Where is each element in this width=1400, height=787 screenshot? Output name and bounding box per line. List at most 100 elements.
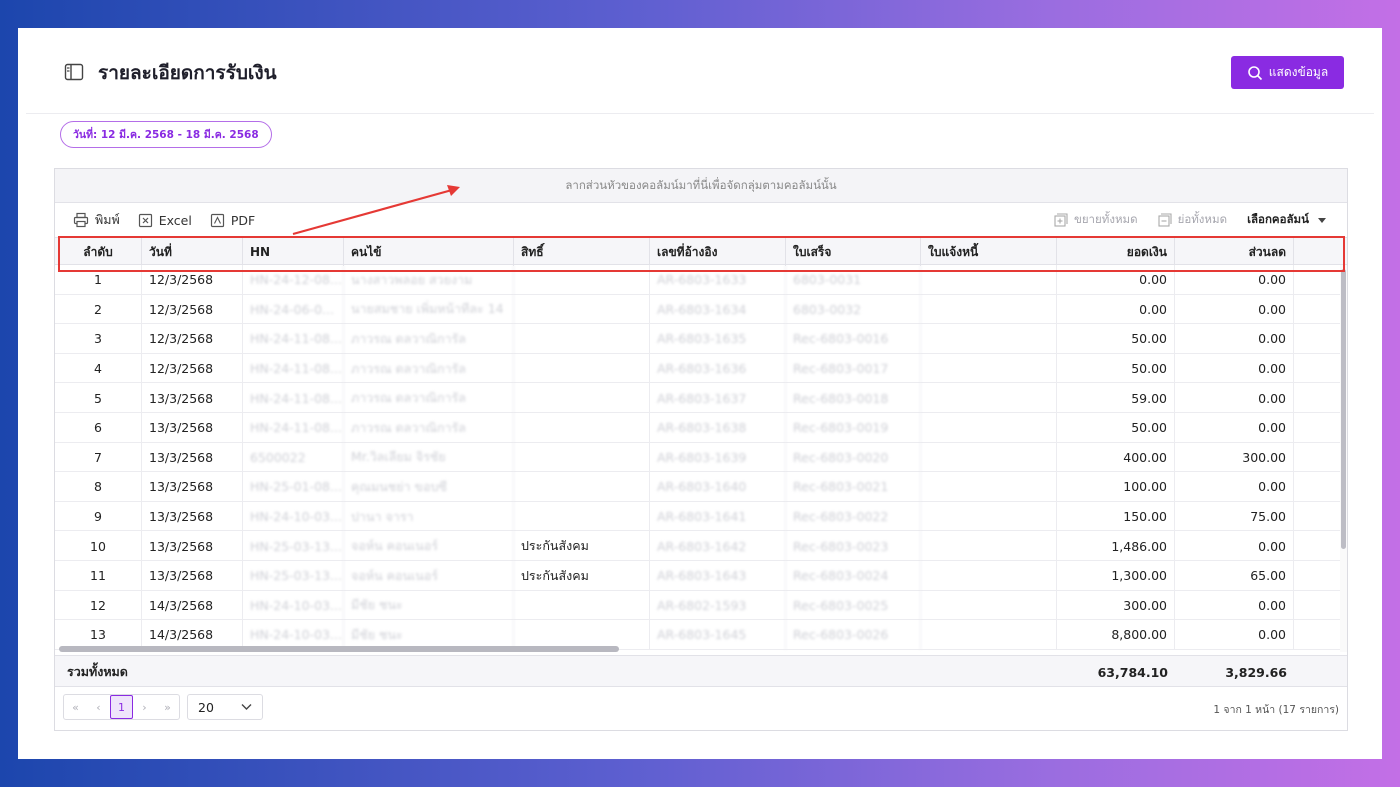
cell-ref: AR-6802-1593 (650, 590, 786, 621)
table-row[interactable]: 8 13/3/2568 HN-25-01-08... คุณมนชย่า ขอบซี A… (55, 472, 1340, 502)
cell-ref: AR-6803-1642 (650, 531, 786, 561)
table-row[interactable]: 5 13/3/2568 HN-24-11-08... ภาวรณ ดลวาณิการั… (55, 383, 1340, 413)
cell-discount: 0.00 (1175, 590, 1294, 621)
column-header-hn[interactable]: HN (243, 238, 344, 266)
cell-amount: 0.00 (1057, 265, 1175, 295)
cell-amount: 400.00 (1057, 442, 1175, 473)
cell-receipt: Rec-6803-0023 (786, 531, 921, 561)
cell-right (514, 413, 650, 443)
cell-no: 11 (55, 561, 142, 591)
cell-right (514, 590, 650, 621)
column-header-receipt[interactable]: ใบเสร็จ (786, 238, 921, 266)
sidebar-toggle-icon[interactable] (64, 62, 84, 82)
horizontal-scrollbar[interactable] (55, 645, 1340, 653)
cell-date: 12/3/2568 (142, 265, 243, 295)
cell-invoice (921, 294, 1057, 325)
cell-receipt: Rec-6803-0016 (786, 324, 921, 354)
cell-amount: 0.00 (1057, 294, 1175, 325)
table-footer: รวมทั้งหมด 63,784.10 3,829.66 (55, 655, 1347, 687)
cell-discount: 300.00 (1175, 442, 1294, 473)
vertical-scrollbar[interactable] (1340, 265, 1347, 652)
cell-hn: HN-24-11-08... (243, 353, 344, 384)
cell-hn: HN-25-03-13... (243, 531, 344, 561)
table-row[interactable]: 7 13/3/2568 6500022 Mr.วิลเลียม จิรชัย AR-68… (55, 442, 1340, 473)
print-label: พิมพ์ (95, 212, 120, 227)
table-row[interactable]: 3 12/3/2568 HN-24-11-08... ภาวรณ ดลวาณิการั… (55, 324, 1340, 354)
cell-discount: 0.00 (1175, 324, 1294, 354)
excel-button[interactable]: Excel (138, 213, 192, 228)
table-row[interactable]: 4 12/3/2568 HN-24-11-08... ภาวรณ ดลวาณิการั… (55, 353, 1340, 384)
prev-page-button[interactable]: ‹ (87, 695, 110, 719)
column-chooser-dropdown[interactable]: เลือกคอลัมน์ (1247, 211, 1327, 229)
column-header-discount[interactable]: ส่วนลด (1175, 238, 1294, 266)
cell-date: 13/3/2568 (142, 561, 243, 591)
table-row[interactable]: 2 12/3/2568 HN-24-06-0... นายสมชาย เพิ่มหน้… (55, 294, 1340, 325)
expand-icon (1054, 213, 1068, 227)
show-data-button[interactable]: แสดงข้อมูล (1231, 56, 1344, 89)
cell-receipt: Rec-6803-0020 (786, 442, 921, 473)
cell-hn: HN-24-10-03... (243, 590, 344, 621)
cell-ref: AR-6803-1640 (650, 472, 786, 502)
cell-patient: จอห์น คอนเนอร์ (344, 561, 514, 591)
table-row[interactable]: 12 14/3/2568 HN-24-10-03... มีชัย ชนะ AR-680… (55, 590, 1340, 621)
cell-amount: 150.00 (1057, 501, 1175, 532)
column-header-right[interactable]: สิทธิ์ (514, 238, 650, 266)
cell-right: ประกันสังคม (514, 531, 650, 561)
page-title: รายละเอียดการรับเงิน (98, 62, 277, 84)
column-header-date[interactable]: วันที่ (142, 238, 243, 266)
cell-patient: ภาวรณ ดลวาณิการัล (344, 324, 514, 354)
cell-amount: 50.00 (1057, 353, 1175, 384)
cell-ref: AR-6803-1635 (650, 324, 786, 354)
group-panel[interactable]: ลากส่วนหัวของคอลัมน์มาที่นี่เพื่อจัดกลุ่… (55, 169, 1347, 203)
vertical-scroll-thumb[interactable] (1341, 269, 1346, 549)
cell-hn: HN-24-06-0... (243, 294, 344, 325)
cell-ref: AR-6803-1643 (650, 561, 786, 591)
cell-receipt: 6803-0032 (786, 294, 921, 325)
column-header-amount[interactable]: ยอดเงิน (1057, 238, 1175, 266)
current-page-button[interactable]: 1 (110, 695, 133, 719)
column-header-invoice[interactable]: ใบแจ้งหนี้ (921, 238, 1057, 266)
pdf-icon (210, 213, 224, 227)
table-row[interactable]: 1 12/3/2568 HN-24-12-08... นางสาวพลอย สวยงา… (55, 265, 1340, 295)
next-page-button[interactable]: › (133, 695, 156, 719)
page-size-select[interactable]: 20 (187, 694, 263, 720)
cell-ref: AR-6803-1636 (650, 353, 786, 384)
table-row[interactable]: 6 13/3/2568 HN-24-11-08... ภาวรณ ดลวาณิการั… (55, 413, 1340, 443)
table-row[interactable]: 10 13/3/2568 HN-25-03-13... จอห์น คอนเนอร์ป… (55, 531, 1340, 561)
column-header-no[interactable]: ลำดับ (55, 238, 142, 266)
print-button[interactable]: พิมพ์ (73, 210, 120, 230)
cell-no: 5 (55, 383, 142, 413)
cell-no: 8 (55, 472, 142, 502)
horizontal-scroll-thumb[interactable] (59, 646, 619, 652)
caret-down-icon (1318, 218, 1326, 223)
cell-invoice (921, 324, 1057, 354)
table-row[interactable]: 9 13/3/2568 HN-24-10-03... ปานา จารา AR-6803… (55, 501, 1340, 532)
last-page-button[interactable]: » (156, 695, 179, 719)
cell-hn: HN-24-11-08... (243, 324, 344, 354)
cell-no: 7 (55, 442, 142, 473)
cell-amount: 59.00 (1057, 383, 1175, 413)
pdf-button[interactable]: PDF (210, 213, 255, 228)
chevron-down-icon (241, 704, 252, 710)
first-page-button[interactable]: « (64, 695, 87, 719)
cell-hn: 6500022 (243, 442, 344, 473)
cell-patient: ภาวรณ ดลวาณิการัล (344, 383, 514, 413)
cell-invoice (921, 501, 1057, 532)
cell-invoice (921, 383, 1057, 413)
cell-invoice (921, 590, 1057, 621)
column-header-reference[interactable]: เลขที่อ้างอิง (650, 238, 786, 266)
column-header-patient[interactable]: คนไข้ (344, 238, 514, 266)
expand-all-label: ขยายทั้งหมด (1073, 212, 1138, 226)
cell-right (514, 472, 650, 502)
total-discount: 3,829.66 (1225, 664, 1287, 680)
cell-receipt: Rec-6803-0024 (786, 561, 921, 591)
table-row[interactable]: 11 13/3/2568 HN-25-03-13... จอห์น คอนเนอร์ป… (55, 561, 1340, 591)
expand-all-button[interactable]: ขยายทั้งหมด (1054, 211, 1138, 229)
cell-hn: HN-24-12-08... (243, 265, 344, 295)
collapse-all-button[interactable]: ย่อทั้งหมด (1158, 211, 1227, 229)
cell-no: 6 (55, 413, 142, 443)
cell-receipt: Rec-6803-0018 (786, 383, 921, 413)
date-range-badge[interactable]: วันที่: 12 มี.ค. 2568 - 18 มี.ค. 2568 (60, 121, 272, 148)
page-info: 1 จาก 1 หน้า (17 รายการ) (1213, 704, 1339, 716)
show-data-label: แสดงข้อมูล (1268, 65, 1329, 79)
